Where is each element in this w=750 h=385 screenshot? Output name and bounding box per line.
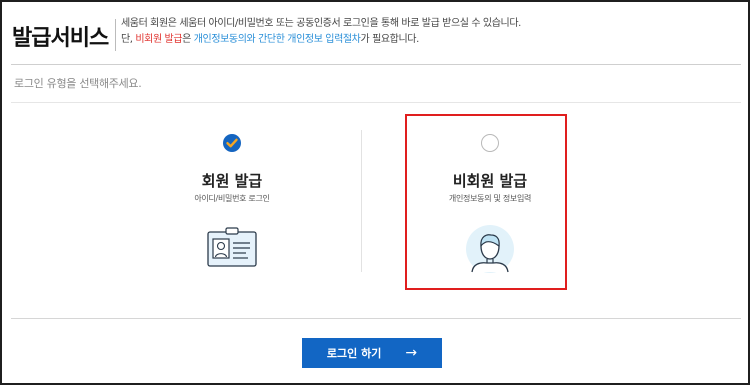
guest-option-title: 비회원 발급	[452, 172, 528, 190]
prompt-divider	[11, 102, 741, 103]
member-issue-option[interactable]: 회원 발급 아이디/비밀번호 로그인	[152, 116, 312, 288]
desc-guest-issue: 비회원 발급	[135, 34, 183, 45]
member-radio-checked[interactable]	[223, 134, 241, 152]
login-type-prompt: 로그인 유형을 선택해주세요.	[14, 77, 142, 90]
options-separator	[361, 130, 362, 272]
checkmark-icon	[226, 138, 238, 148]
title-divider	[115, 19, 116, 51]
id-card-icon	[202, 216, 262, 276]
login-button-label: 로그인 하기	[326, 347, 382, 360]
guest-option-subtitle: 개인정보동의 및 정보입력	[448, 194, 532, 203]
member-option-title: 회원 발급	[201, 172, 263, 190]
guest-issue-option[interactable]: 비회원 발급 개인정보동의 및 정보입력	[410, 116, 570, 288]
login-button[interactable]: 로그인 하기 →	[302, 338, 442, 368]
member-option-subtitle: 아이디/비밀번호 로그인	[194, 194, 270, 203]
desc-steps: 개인정보동의와 간단한 개인정보 입력절차	[193, 34, 361, 45]
page-title: 발급서비스	[12, 26, 109, 51]
guest-radio-unchecked[interactable]	[481, 134, 499, 152]
desc-prefix: 단,	[121, 34, 136, 45]
desc-suffix: 가 필요합니다.	[360, 34, 419, 45]
person-avatar-icon	[460, 216, 520, 276]
footer-divider	[11, 318, 741, 319]
arrow-right-icon: →	[405, 345, 418, 361]
description-line-2: 단, 비회원 발급은 개인정보동의와 간단한 개인정보 입력절차가 필요합니다.	[121, 32, 521, 48]
description-line-1: 세움터 회원은 세움터 아이디/비밀번호 또는 공동인증서 로그인을 통해 바로…	[121, 18, 521, 29]
service-description: 세움터 회원은 세움터 아이디/비밀번호 또는 공동인증서 로그인을 통해 바로…	[121, 16, 521, 48]
page-frame: 발급서비스 세움터 회원은 세움터 아이디/비밀번호 또는 공동인증서 로그인을…	[0, 0, 750, 385]
header-divider	[11, 64, 741, 65]
desc-middle: 은	[182, 34, 194, 45]
